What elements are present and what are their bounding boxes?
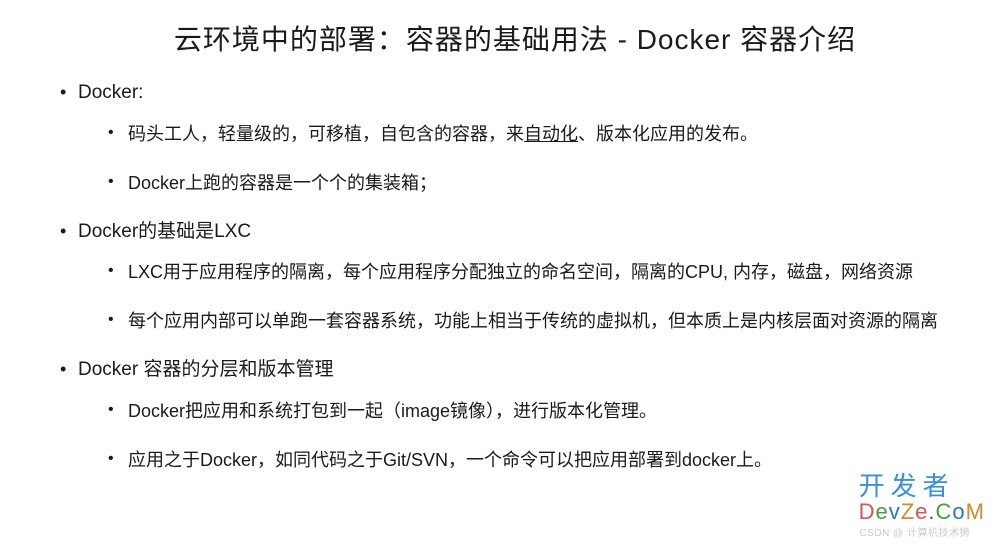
wm-char: M <box>966 499 985 524</box>
text-segment: 码头工人，轻量级的，可移植，自包含的容器，来 <box>128 124 524 144</box>
list-item: 应用之于Docker，如同代码之于Git/SVN，一个命令可以把应用部署到doc… <box>108 447 960 474</box>
wm-char: v <box>889 499 901 524</box>
slide-title: 云环境中的部署：容器的基础用法 - Docker 容器介绍 <box>70 18 960 58</box>
sub-list: Docker把应用和系统打包到一起（image镜像），进行版本化管理。 应用之于… <box>60 398 960 474</box>
slide-container: 云环境中的部署：容器的基础用法 - Docker 容器介绍 Docker: 码头… <box>0 0 1000 516</box>
list-item: Docker把应用和系统打包到一起（image镜像），进行版本化管理。 <box>108 398 960 425</box>
text-segment: Docker把应用和系统打包到一起（image镜像），进行版本化管理。 <box>128 401 657 421</box>
wm-char: D <box>859 499 876 524</box>
sub-list: 码头工人，轻量级的，可移植，自包含的容器，来自动化、版本化应用的发布。 Dock… <box>60 121 960 197</box>
watermark-top: 开发者 <box>859 473 985 499</box>
section-layers: Docker 容器的分层和版本管理 Docker把应用和系统打包到一起（imag… <box>60 357 960 474</box>
section-docker: Docker: 码头工人，轻量级的，可移植，自包含的容器，来自动化、版本化应用的… <box>60 80 960 197</box>
watermark-bottom: DevZe.CoM <box>859 501 985 523</box>
list-item: 每个应用内部可以单跑一套容器系统，功能上相当于传统的虚拟机，但本质上是内核层面对… <box>108 308 960 335</box>
list-item: Docker上跑的容器是一个个的集装箱； <box>108 170 960 197</box>
wm-char: e <box>915 499 928 524</box>
wm-char: Z <box>901 499 915 524</box>
outline-list: Docker: 码头工人，轻量级的，可移植，自包含的容器，来自动化、版本化应用的… <box>40 80 960 474</box>
text-segment: 每个应用内部可以单跑一套容器系统，功能上相当于传统的虚拟机，但本质上是内核层面对… <box>128 311 938 331</box>
attribution-text: CSDN @ 计算机技术狮 <box>859 524 970 539</box>
section-heading: Docker 容器的分层和版本管理 <box>60 357 960 384</box>
list-item: 码头工人，轻量级的，可移植，自包含的容器，来自动化、版本化应用的发布。 <box>108 121 960 148</box>
text-segment: 应用之于Docker，如同代码之于Git/SVN，一个命令可以把应用部署到doc… <box>128 450 772 470</box>
section-heading: Docker的基础是LXC <box>60 219 960 246</box>
text-segment: 、版本化应用的发布。 <box>578 124 758 144</box>
watermark: 开发者 DevZe.CoM <box>859 473 985 523</box>
underlined-text: 自动化 <box>524 124 578 144</box>
sub-list: LXC用于应用程序的隔离，每个应用程序分配独立的命名空间，隔离的CPU, 内存，… <box>60 259 960 335</box>
wm-char: e <box>875 499 888 524</box>
wm-char: o <box>952 499 965 524</box>
wm-char: . <box>928 499 935 524</box>
section-lxc: Docker的基础是LXC LXC用于应用程序的隔离，每个应用程序分配独立的命名… <box>60 219 960 336</box>
text-segment: LXC用于应用程序的隔离，每个应用程序分配独立的命名空间，隔离的CPU, 内存，… <box>128 262 913 282</box>
wm-char: C <box>936 499 953 524</box>
list-item: LXC用于应用程序的隔离，每个应用程序分配独立的命名空间，隔离的CPU, 内存，… <box>108 259 960 286</box>
text-segment: Docker上跑的容器是一个个的集装箱； <box>128 173 437 193</box>
section-heading: Docker: <box>60 80 960 107</box>
